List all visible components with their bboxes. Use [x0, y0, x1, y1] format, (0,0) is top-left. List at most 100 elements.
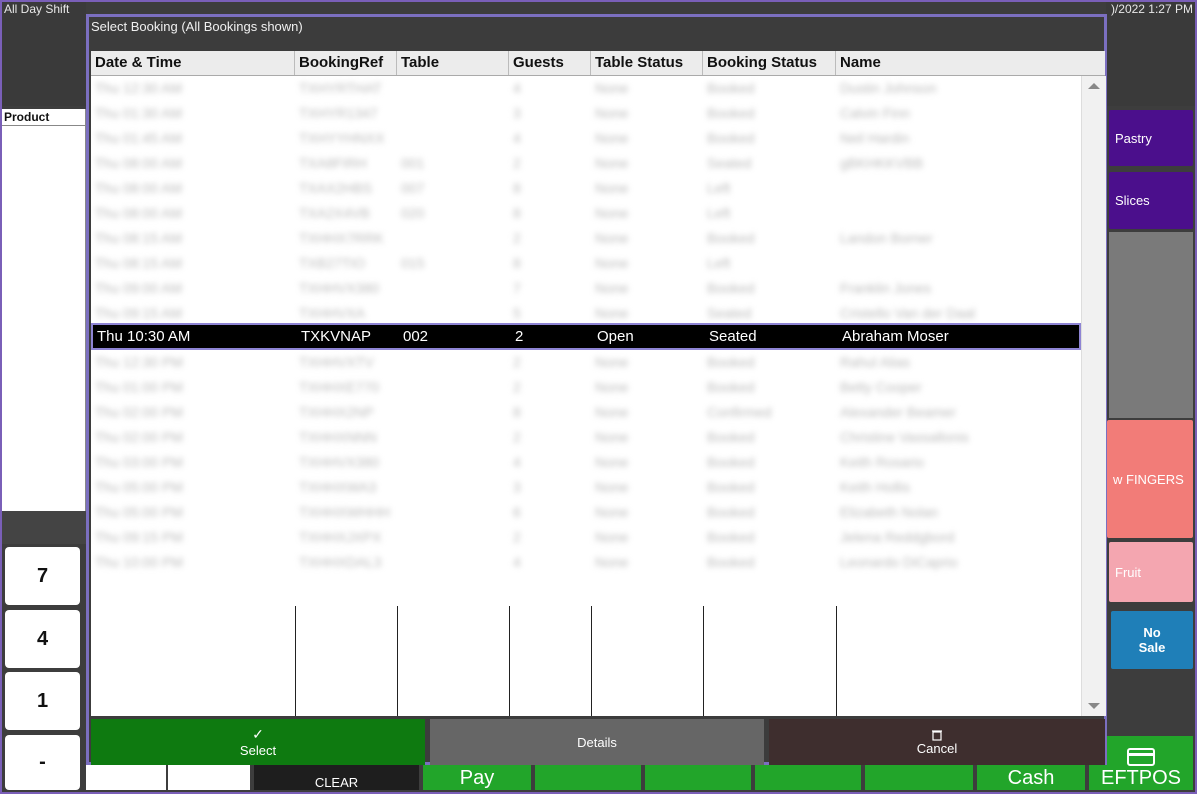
- cancel-button[interactable]: Cancel: [769, 719, 1105, 765]
- table-cell: Seated: [707, 155, 752, 171]
- table-cell: [836, 201, 1085, 226]
- table-cell: TXA8FIRH: [299, 155, 367, 171]
- numpad-key-7[interactable]: 7: [5, 547, 80, 605]
- numpad-key-minus[interactable]: -: [5, 735, 80, 790]
- select-button[interactable]: ✓ Select: [91, 719, 425, 765]
- select-label: Select: [239, 743, 277, 758]
- table-cell: Left: [707, 180, 731, 196]
- table-cell: Thu 03:00 PM: [95, 454, 183, 470]
- table-cell: None: [595, 80, 629, 96]
- col-divider: [509, 606, 510, 716]
- table-row[interactable]: Thu 02:00 PM TXHHXNNN 2 None Booked Christine…: [91, 425, 1081, 450]
- col-name[interactable]: Name: [836, 51, 1081, 75]
- table-cell: [397, 226, 513, 251]
- table-row[interactable]: Thu 01:45 AM TXHYYHNXX 4 None Booked Neil Har…: [91, 126, 1081, 151]
- quick-cash-button-4[interactable]: [865, 765, 973, 790]
- shift-label: All Day Shift: [2, 2, 86, 106]
- table-cell: 2: [515, 328, 524, 345]
- quick-cash-button-1[interactable]: [535, 765, 641, 790]
- table-row[interactable]: Thu 12:30 AM TXHYRTHAT 4 None Booked Dustin J…: [91, 76, 1081, 101]
- table-header: Date & Time BookingRef Table Guests Tabl…: [91, 51, 1105, 76]
- clear-button[interactable]: CLEAR: [254, 765, 419, 790]
- table-cell: 002: [403, 328, 429, 345]
- select-booking-dialog: Select Booking (All Bookings shown) Date…: [86, 14, 1107, 765]
- table-cell: Alexander Beamer: [840, 404, 956, 420]
- table-cell: Thu 08:00 AM: [95, 155, 183, 171]
- dialog-title: Select Booking (All Bookings shown): [91, 19, 303, 34]
- pay-button[interactable]: Pay: [423, 765, 531, 790]
- vertical-scrollbar[interactable]: [1081, 76, 1106, 716]
- quick-cash-button-3[interactable]: [755, 765, 861, 790]
- table-cell: 4: [513, 454, 521, 470]
- table-cell: Betty Cooper: [840, 379, 922, 395]
- table-cell: None: [595, 379, 629, 395]
- bottom-key-left[interactable]: [86, 765, 166, 790]
- table-cell: Jelena Reddgbord: [840, 529, 955, 545]
- slices-button[interactable]: Slices: [1109, 172, 1193, 229]
- table-row-selected[interactable]: Thu 10:30 AM TXKVNAP 002 2 Open Seated Abraham…: [91, 323, 1081, 350]
- table-cell: 3: [513, 479, 521, 495]
- no-sale-button[interactable]: No Sale: [1111, 611, 1193, 669]
- table-cell: Booked: [707, 504, 755, 520]
- table-cell: Booked: [707, 354, 755, 370]
- table-row[interactable]: Thu 08:00 AM TXA2X4VB 020 8 None Left: [91, 201, 1081, 226]
- table-cell: Elizabeth Nolan: [840, 504, 939, 520]
- fruit-button[interactable]: Fruit: [1109, 542, 1193, 602]
- table-cell: [397, 500, 513, 525]
- table-row[interactable]: Thu 08:00 AM TXAX2HBS 007 8 None Left: [91, 176, 1081, 201]
- table-row[interactable]: Thu 08:15 AM TXB27TIO 015 8 None Left: [91, 251, 1081, 276]
- table-cell: TXHHXJXPX: [299, 529, 382, 545]
- table-cell: [836, 176, 1085, 201]
- table-cell: None: [595, 255, 629, 271]
- numpad-key-4[interactable]: 4: [5, 610, 80, 668]
- table-cell: Thu 01:45 AM: [95, 130, 183, 146]
- bookings-table[interactable]: Date & Time BookingRef Table Guests Tabl…: [91, 51, 1106, 716]
- table-cell: Seated: [709, 328, 757, 345]
- table-row[interactable]: Thu 01:30 AM TXHYR1347 3 None Booked Calvin F…: [91, 101, 1081, 126]
- table-row[interactable]: Thu 05:00 PM TXHHXWHHH 6 None Booked Elizabet…: [91, 500, 1081, 525]
- table-cell: Christine Vassallonis: [840, 429, 969, 445]
- table-cell: Thu 08:00 AM: [95, 180, 183, 196]
- col-booking-status[interactable]: Booking Status: [703, 51, 836, 75]
- table-row[interactable]: Thu 08:15 AM TXHHX7RRK 2 None Booked Landon B…: [91, 226, 1081, 251]
- table-cell: TXHHVX380: [299, 454, 380, 470]
- table-cell: Booked: [707, 80, 755, 96]
- col-booking-ref[interactable]: BookingRef: [295, 51, 397, 75]
- col-divider: [295, 606, 296, 716]
- table-row[interactable]: Thu 02:00 PM TXHHX2NP 8 None Confirmed Alexan…: [91, 400, 1081, 425]
- col-guests[interactable]: Guests: [509, 51, 591, 75]
- col-table-status[interactable]: Table Status: [591, 51, 703, 75]
- numpad-key-1[interactable]: 1: [5, 672, 80, 730]
- quick-cash-button-2[interactable]: [645, 765, 751, 790]
- table-cell: [397, 350, 513, 375]
- scroll-down-icon[interactable]: [1082, 698, 1106, 714]
- table-row[interactable]: Thu 08:00 AM TXA8FIRH 001 2 None Seated gBKHKK…: [91, 151, 1081, 176]
- card-icon: [1127, 748, 1155, 766]
- table-row[interactable]: Thu 10:00 PM TXHHXDAL3 4 None Booked Leonardo…: [91, 550, 1081, 575]
- table-cell: Thu 10:00 PM: [95, 554, 183, 570]
- scroll-up-icon[interactable]: [1082, 78, 1106, 94]
- table-row[interactable]: Thu 05:00 PM TXHHXWA3 3 None Booked Keith Hol…: [91, 475, 1081, 500]
- table-row[interactable]: Thu 12:30 PM TXHHVXTV 2 None Booked Rahul Ali…: [91, 350, 1081, 375]
- table-row[interactable]: Thu 09:00 AM TXHHVX380 7 None Booked Franklin…: [91, 276, 1081, 301]
- col-table[interactable]: Table: [397, 51, 509, 75]
- col-date-time[interactable]: Date & Time: [91, 51, 295, 75]
- table-cell: 2: [513, 230, 521, 246]
- eftpos-label: EFTPOS: [1100, 767, 1181, 789]
- table-cell: Booked: [707, 379, 755, 395]
- fingers-button[interactable]: w FINGERS: [1107, 420, 1193, 538]
- table-cell: 8: [513, 404, 521, 420]
- table-cell: None: [595, 280, 629, 296]
- cash-button[interactable]: Cash: [977, 765, 1085, 790]
- table-row[interactable]: Thu 01:00 PM TXHHXE770 2 None Booked Betty Co…: [91, 375, 1081, 400]
- table-row[interactable]: Thu 09:15 PM TXHHXJXPX 2 None Booked Jelena R…: [91, 525, 1081, 550]
- details-button[interactable]: Details: [430, 719, 764, 765]
- table-cell: Booked: [707, 130, 755, 146]
- table-cell: Booked: [707, 454, 755, 470]
- table-row[interactable]: Thu 03:00 PM TXHHVX380 4 None Booked Keith Ro…: [91, 450, 1081, 475]
- table-cell: TXHHVX380: [299, 280, 380, 296]
- pastry-button[interactable]: Pastry: [1109, 110, 1193, 166]
- table-cell: 4: [513, 130, 521, 146]
- table-cell: TXHHXWA3: [299, 479, 377, 495]
- bottom-key-dot[interactable]: [168, 765, 250, 790]
